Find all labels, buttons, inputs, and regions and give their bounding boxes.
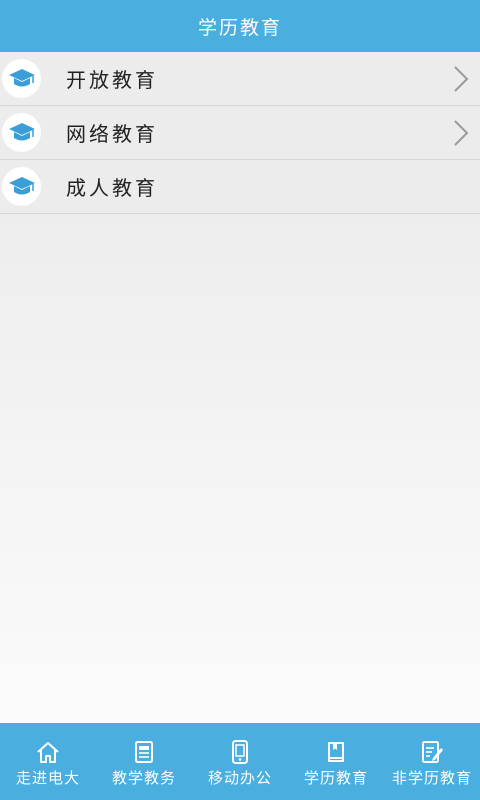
chevron-right-icon: [454, 120, 469, 146]
graduation-cap-icon: [2, 113, 41, 152]
title-bar: 学历教育: [0, 0, 480, 52]
bottom-tab-bar: 走进电大 教学教务 移动办公 学历教育 非学历教育: [0, 723, 480, 800]
tab-label: 非学历教育: [391, 769, 472, 787]
graduation-cap-icon: [2, 167, 41, 206]
graduation-cap-icon: [2, 59, 41, 98]
education-list: 开放教育 网络教育 成人教育: [0, 52, 480, 214]
list-item-adult-education[interactable]: 成人教育: [0, 160, 480, 214]
tab-label: 教学教务: [111, 769, 176, 787]
tab-label: 走进电大: [15, 769, 80, 787]
tab-non-degree-education[interactable]: 非学历教育: [384, 723, 480, 800]
tab-about[interactable]: 走进电大: [0, 723, 96, 800]
tab-teaching-affairs[interactable]: 教学教务: [96, 723, 192, 800]
app-screen: 学历教育 开放教育 网络教育 成人教育 走进电大 教学教务 移动办公 学历教育 …: [0, 0, 480, 800]
list-item-label: 成人教育: [66, 176, 158, 200]
list-item-label: 网络教育: [66, 122, 158, 146]
list-item-label: 开放教育: [66, 68, 158, 92]
phone-icon: [232, 740, 248, 764]
document-list-icon: [135, 741, 153, 763]
list-item-open-education[interactable]: 开放教育: [0, 52, 480, 106]
tab-mobile-office[interactable]: 移动办公: [192, 723, 288, 800]
page-title: 学历教育: [197, 16, 282, 39]
tab-label: 移动办公: [207, 769, 272, 787]
list-item-online-education[interactable]: 网络教育: [0, 106, 480, 160]
home-icon: [37, 742, 59, 763]
tab-degree-education[interactable]: 学历教育: [288, 723, 384, 800]
tab-label: 学历教育: [303, 769, 368, 787]
chevron-right-icon: [454, 66, 469, 92]
edit-note-icon: [422, 741, 443, 763]
book-icon: [328, 742, 344, 762]
